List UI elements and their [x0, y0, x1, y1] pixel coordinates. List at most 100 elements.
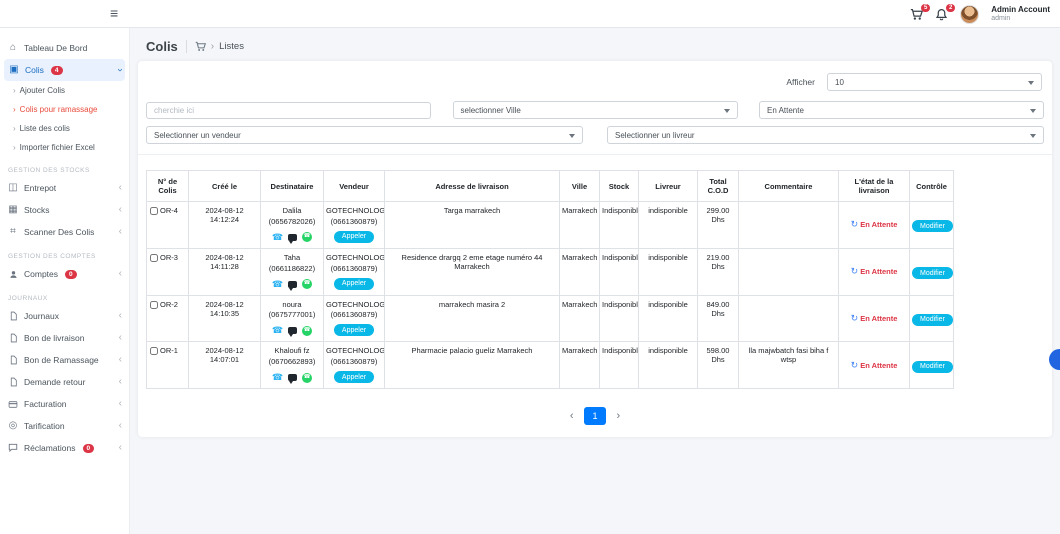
account-menu[interactable]: Admin Account admin	[991, 5, 1050, 22]
sidebar-item-demande-retour[interactable]: Demande retour ‹	[0, 371, 129, 393]
sidebar-item-importer-fichier-excel[interactable]: › Importer fichier Excel	[0, 138, 129, 157]
account-name: Admin Account	[991, 5, 1050, 14]
appeler-button[interactable]: Appeler	[334, 231, 374, 243]
sidebar-item-tableau-de-bord[interactable]: ⌂ Tableau De Bord	[0, 37, 129, 59]
sidebar-item-colis[interactable]: ▣ Colis 4 ›	[4, 59, 125, 81]
chevron-right-icon: ›	[211, 41, 214, 52]
modifier-button[interactable]: Modifier	[912, 267, 953, 279]
column-header: Contrôle	[910, 171, 954, 202]
file-icon	[7, 311, 19, 321]
cell-stock: Indisponible	[600, 342, 639, 389]
cart-badge: 5	[921, 4, 930, 12]
sidebar-item-label: Réclamations	[24, 443, 76, 453]
chat-icon[interactable]	[288, 374, 297, 381]
sidebar-item-scanner-des-colis[interactable]: ⌗ Scanner Des Colis ‹	[0, 221, 129, 243]
breadcrumb-current: Listes	[219, 41, 244, 52]
column-header: Créé le	[189, 171, 261, 202]
row-checkbox[interactable]	[150, 207, 158, 215]
phone-icon[interactable]: ☎	[272, 371, 283, 384]
status-badge: En Attente	[860, 361, 897, 370]
sidebar-item-bon-de-ramassage[interactable]: Bon de Ramassage ‹	[0, 349, 129, 371]
phone-icon[interactable]: ☎	[272, 231, 283, 244]
cell-etat: ↻ En Attente	[839, 295, 910, 342]
target-icon: ◎	[7, 421, 19, 431]
sidebar: ⌂ Tableau De Bord ▣ Colis 4 › › Ajouter …	[0, 28, 130, 534]
colis-id: OR-1	[160, 346, 178, 355]
cell-commentaire	[739, 248, 839, 295]
cart-button[interactable]: 5	[910, 8, 923, 21]
sidebar-item-reclamations[interactable]: Réclamations 0 ‹	[0, 437, 129, 459]
modifier-button[interactable]: Modifier	[912, 220, 953, 232]
vendeur-select[interactable]: Selectionner un vendeur	[146, 126, 583, 144]
sidebar-item-entrepot[interactable]: ◫ Entrepot ‹	[0, 177, 129, 199]
appeler-button[interactable]: Appeler	[334, 324, 374, 336]
chevron-right-icon: ›	[13, 105, 16, 114]
sidebar-item-bon-de-livraison[interactable]: Bon de livraison ‹	[0, 327, 129, 349]
cell-controle: Modifier	[910, 295, 954, 342]
cell-adresse: Residence drargq 2 eme etage numéro 44 M…	[385, 248, 560, 295]
table-header-row: N° de Colis Créé le Destinataire Vendeur…	[147, 171, 954, 202]
whatsapp-icon[interactable]: ☎	[302, 326, 312, 336]
sidebar-item-colis-pour-ramassage[interactable]: › Colis pour ramassage	[0, 100, 129, 119]
whatsapp-icon[interactable]: ☎	[302, 279, 312, 289]
sidebar-item-ajouter-colis[interactable]: › Ajouter Colis	[0, 81, 129, 100]
row-checkbox[interactable]	[150, 254, 158, 262]
cell-created: 2024-08-12 14:12:24	[189, 202, 261, 249]
hamburger-menu-icon[interactable]: ≡	[110, 5, 118, 21]
chat-icon[interactable]	[288, 281, 297, 288]
modifier-button[interactable]: Modifier	[912, 361, 953, 373]
divider	[138, 154, 1052, 155]
ville-select[interactable]: selectionner Ville	[453, 101, 738, 119]
list-card: Afficher 10 selectionner Ville En Attent…	[138, 61, 1052, 437]
appeler-button[interactable]: Appeler	[334, 371, 374, 383]
pagination-prev[interactable]: ‹	[564, 408, 580, 424]
pagination-next[interactable]: ›	[611, 408, 627, 424]
sidebar-item-journaux[interactable]: Journaux ‹	[0, 305, 129, 327]
chevron-down-icon	[569, 134, 575, 138]
pagination-page-1[interactable]: 1	[584, 407, 605, 425]
notifications-button[interactable]: 2	[935, 8, 948, 21]
appeler-button[interactable]: Appeler	[334, 278, 374, 290]
phone-icon[interactable]: ☎	[272, 278, 283, 291]
pagination: ‹ 1 ›	[146, 407, 1044, 425]
sidebar-item-stocks[interactable]: ▦ Stocks ‹	[0, 199, 129, 221]
status-select[interactable]: En Attente	[759, 101, 1044, 119]
cell-adresse: marrakech masira 2	[385, 295, 560, 342]
search-input[interactable]	[146, 102, 431, 119]
chevron-left-icon: ‹	[119, 400, 122, 408]
sidebar-item-liste-des-colis[interactable]: › Liste des colis	[0, 119, 129, 138]
sidebar-item-label: Comptes	[24, 269, 58, 279]
livreur-select[interactable]: Selectionner un livreur	[607, 126, 1044, 144]
cell-total: 849.00 Dhs	[698, 295, 739, 342]
sidebar-item-label: Importer fichier Excel	[20, 143, 95, 152]
sidebar-item-label: Bon de livraison	[24, 333, 84, 343]
chat-icon[interactable]	[288, 234, 297, 241]
cell-destinataire: Khaloufi fz (0670662893) ☎ ☎	[261, 342, 324, 389]
column-header: Commentaire	[739, 171, 839, 202]
avatar[interactable]	[960, 5, 979, 24]
section-header-gestion-des-comptes: GESTION DES COMPTES	[0, 243, 129, 263]
phone-icon[interactable]: ☎	[272, 324, 283, 337]
chevron-down-icon	[1030, 134, 1036, 138]
whatsapp-icon[interactable]: ☎	[302, 232, 312, 242]
cell-vendeur: GOTECHNOLOGY (0661360879) Appeler	[324, 342, 385, 389]
sidebar-item-comptes[interactable]: Comptes 0 ‹	[0, 263, 129, 285]
sidebar-item-label: Ajouter Colis	[20, 86, 65, 95]
status-badge: En Attente	[860, 267, 897, 276]
cell-adresse: Pharmacie palacio gueliz Marrakech	[385, 342, 560, 389]
chat-icon[interactable]	[288, 327, 297, 334]
sidebar-item-label: Entrepot	[24, 183, 56, 193]
column-header: Destinataire	[261, 171, 324, 202]
row-checkbox[interactable]	[150, 301, 158, 309]
sidebar-item-facturation[interactable]: Facturation ‹	[0, 393, 129, 415]
whatsapp-icon[interactable]: ☎	[302, 373, 312, 383]
row-checkbox[interactable]	[150, 347, 158, 355]
chevron-left-icon: ‹	[119, 270, 122, 278]
sidebar-item-tarification[interactable]: ◎ Tarification ‹	[0, 415, 129, 437]
modifier-button[interactable]: Modifier	[912, 314, 953, 326]
per-page-select[interactable]: 10	[827, 73, 1042, 91]
cell-controle: Modifier	[910, 342, 954, 389]
cell-created: 2024-08-12 14:11:28	[189, 248, 261, 295]
topbar: ≡ 5 2 Admin Account admin	[0, 0, 1060, 28]
file-icon	[7, 355, 19, 365]
